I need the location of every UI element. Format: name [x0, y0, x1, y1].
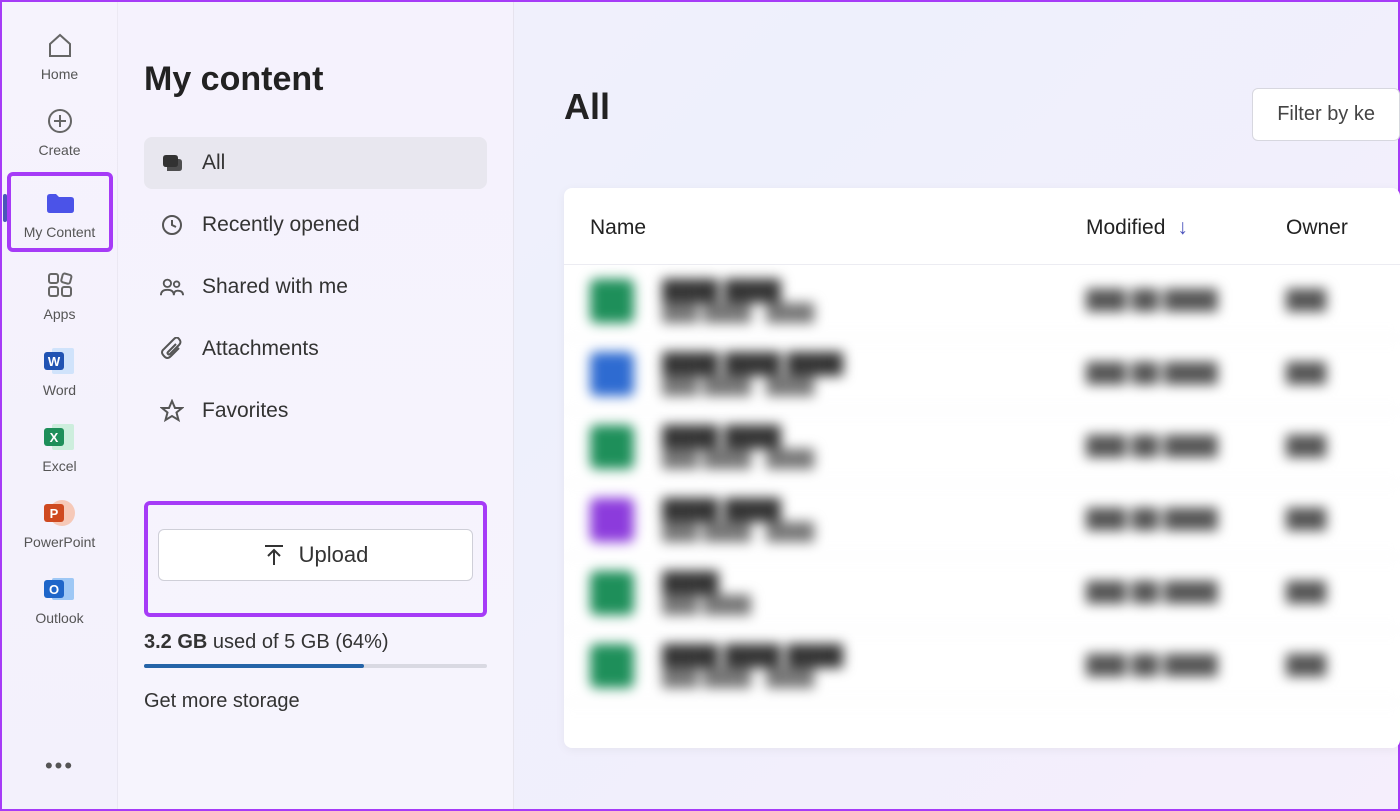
file-icon [590, 644, 634, 688]
rail-more-button[interactable]: ••• [45, 753, 74, 779]
app-rail: Home Create My Content Apps W [2, 2, 118, 809]
paperclip-icon [160, 337, 184, 361]
storage-used: 3.2 GB [144, 631, 207, 653]
table-row[interactable]: ████ ███████ ████ · ███████ ██ ███████ [564, 265, 1400, 338]
plus-circle-icon [43, 106, 77, 136]
table-row[interactable]: ████ ███████ ████ · ███████ ██ ███████ [564, 411, 1400, 484]
rail-home[interactable]: Home [11, 20, 109, 88]
rail-label: My Content [24, 224, 96, 240]
nav-label: Attachments [202, 337, 319, 361]
highlight-upload: Upload [144, 501, 487, 617]
apps-icon [43, 270, 77, 300]
file-icon [590, 425, 634, 469]
folder-icon [43, 188, 77, 218]
outlook-icon: O [43, 574, 77, 604]
file-icon [590, 571, 634, 615]
filter-button[interactable]: Filter by ke [1252, 88, 1400, 141]
home-icon [43, 30, 77, 60]
svg-text:W: W [47, 354, 60, 369]
nav-label: Recently opened [202, 213, 360, 237]
rail-label: Word [43, 382, 76, 398]
upload-icon [263, 543, 285, 567]
nav-shared-with-me[interactable]: Shared with me [144, 261, 487, 313]
upload-button[interactable]: Upload [158, 529, 473, 581]
col-name[interactable]: Name [590, 216, 1086, 240]
get-more-storage-link[interactable]: Get more storage [144, 690, 487, 713]
table-row[interactable]: ███████ ███████ ██ ███████ [564, 557, 1400, 630]
file-icon [590, 352, 634, 396]
rail-apps[interactable]: Apps [11, 260, 109, 328]
col-modified[interactable]: Modified ↓ [1086, 216, 1286, 240]
col-modified-label: Modified [1086, 216, 1165, 240]
rail-powerpoint[interactable]: P PowerPoint [11, 488, 109, 556]
excel-icon: X [43, 422, 77, 452]
nav-recently-opened[interactable]: Recently opened [144, 199, 487, 251]
main-heading: All [564, 86, 610, 128]
file-table: Name Modified ↓ Owner ████ ███████ ████ … [564, 188, 1400, 748]
clock-icon [160, 213, 184, 237]
storage-text: 3.2 GB used of 5 GB (64%) [144, 631, 487, 654]
rail-create[interactable]: Create [11, 96, 109, 164]
nav-label: Shared with me [202, 275, 348, 299]
svg-text:X: X [49, 430, 58, 445]
nav-label: Favorites [202, 399, 288, 423]
nav-label: All [202, 151, 225, 175]
panel-title: My content [144, 60, 487, 99]
highlight-mycontent: My Content [7, 172, 113, 252]
content-nav: All Recently opened Shared with me Attac… [144, 137, 487, 437]
file-icon [590, 279, 634, 323]
svg-text:P: P [49, 506, 58, 521]
rail-outlook[interactable]: O Outlook [11, 564, 109, 632]
storage-rest: used of 5 GB (64%) [207, 631, 388, 653]
nav-favorites[interactable]: Favorites [144, 385, 487, 437]
my-content-panel: My content All Recently opened Shared wi… [118, 2, 514, 809]
powerpoint-icon: P [43, 498, 77, 528]
word-icon: W [43, 346, 77, 376]
people-icon [160, 275, 184, 299]
table-row[interactable]: ████ ███████ ████ · ███████ ██ ███████ [564, 484, 1400, 557]
table-header: Name Modified ↓ Owner [564, 188, 1400, 265]
filter-label: Filter by ke [1277, 103, 1375, 125]
table-row[interactable]: ████ ████ ███████ ████ · ███████ ██ ████… [564, 338, 1400, 411]
col-owner[interactable]: Owner [1286, 216, 1374, 240]
rail-label: Excel [42, 458, 76, 474]
rail-label: Outlook [35, 610, 83, 626]
stack-icon [160, 151, 184, 175]
svg-text:O: O [48, 582, 58, 597]
rail-label: PowerPoint [24, 534, 96, 550]
rail-excel[interactable]: X Excel [11, 412, 109, 480]
rail-word[interactable]: W Word [11, 336, 109, 404]
rail-my-content[interactable]: My Content [11, 178, 109, 246]
nav-attachments[interactable]: Attachments [144, 323, 487, 375]
rail-label: Apps [44, 306, 76, 322]
nav-all[interactable]: All [144, 137, 487, 189]
storage-bar-fill [144, 664, 364, 668]
upload-label: Upload [299, 542, 369, 568]
main-pane: All Filter by ke Name Modified ↓ Owner █… [514, 2, 1398, 809]
star-icon [160, 399, 184, 423]
storage-bar [144, 664, 487, 668]
rail-label: Create [38, 142, 80, 158]
file-icon [590, 498, 634, 542]
sort-desc-icon: ↓ [1177, 216, 1188, 240]
rail-label: Home [41, 66, 78, 82]
table-row[interactable]: ████ ████ ███████ ████ · ███████ ██ ████… [564, 630, 1400, 703]
